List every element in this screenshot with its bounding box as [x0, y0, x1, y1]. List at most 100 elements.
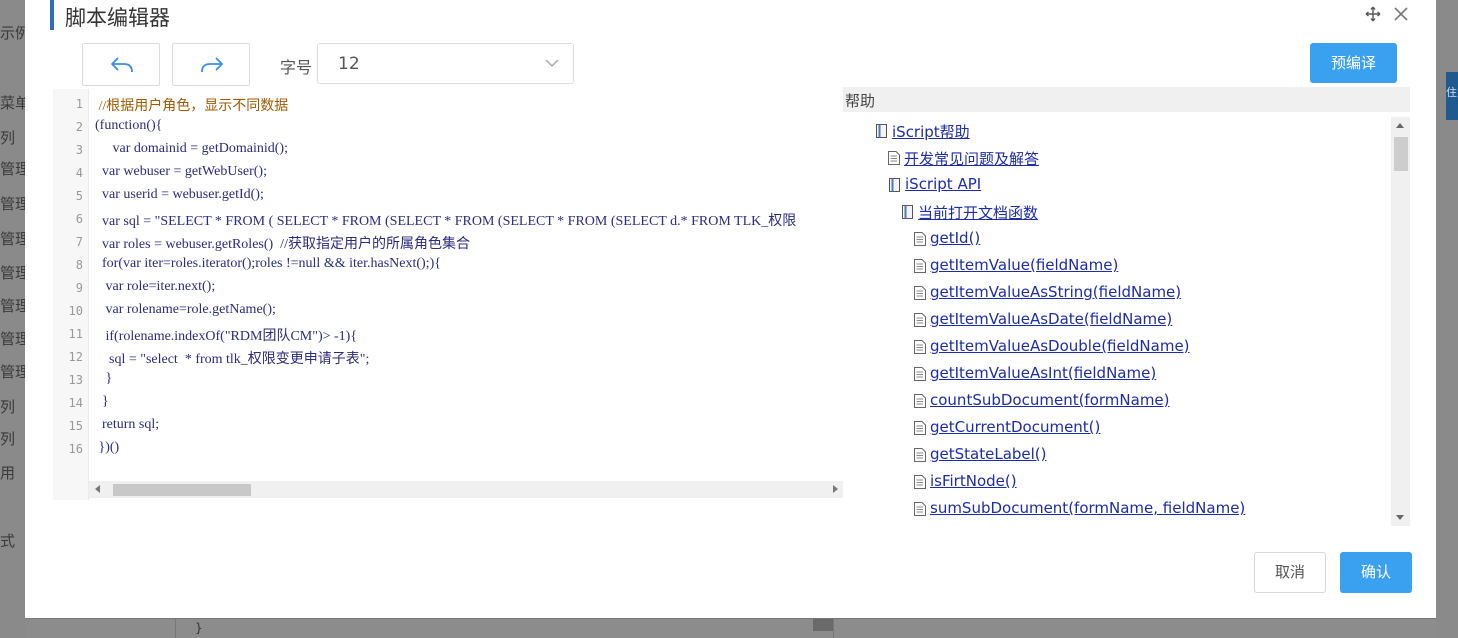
code-line: } [95, 371, 113, 386]
line-number: 15 [68, 419, 83, 433]
help-tree-label[interactable]: 开发常见问题及解答 [904, 148, 1039, 169]
background-label: 用 [0, 464, 16, 482]
book-icon [876, 124, 887, 138]
help-tree-label[interactable]: iScript API [905, 175, 981, 193]
help-tree-label[interactable]: sumSubDocument(formName, fieldName) [930, 499, 1245, 517]
help-tree-label[interactable]: getStateLabel() [930, 445, 1047, 463]
book-icon [902, 205, 913, 219]
line-number: 13 [68, 373, 83, 387]
line-number: 4 [75, 166, 83, 180]
line-number: 7 [75, 235, 83, 249]
help-tree-label[interactable]: getItemValueAsString(fieldName) [930, 283, 1181, 301]
background-button: 住 [1446, 72, 1458, 120]
help-title: 帮助 [845, 92, 876, 110]
chevron-down-icon [545, 59, 559, 68]
document-icon [914, 286, 926, 300]
document-icon [914, 367, 926, 381]
background-right-panel: 住 [1436, 0, 1458, 638]
help-vertical-scrollbar[interactable] [1391, 117, 1410, 526]
help-tree: iScript帮助 开发常见问题及解答 iScript API 当前打开文档函数… [843, 112, 1410, 526]
scroll-right-icon[interactable] [833, 485, 838, 493]
background-bottom-strip: } [25, 618, 1436, 638]
code-line: for(var iter=roles.iterator();roles !=nu… [95, 256, 441, 271]
code-line: (function(){ [95, 118, 163, 133]
help-tree-label[interactable]: isFirtNode() [930, 472, 1017, 490]
background-divider [833, 619, 834, 638]
confirm-button[interactable]: 确认 [1340, 552, 1412, 593]
document-icon [914, 502, 926, 516]
help-tree-label[interactable]: getId() [930, 229, 980, 247]
background-code: } [195, 621, 203, 635]
font-size-select[interactable]: 12 [317, 43, 574, 84]
code-line: var roles = webuser.getRoles() //获取指定用户的… [95, 237, 470, 252]
document-icon [888, 151, 900, 165]
line-number: 14 [68, 396, 83, 410]
scrollbar-thumb[interactable] [1394, 137, 1408, 171]
scroll-left-icon[interactable] [95, 485, 100, 493]
background-label: 列 [0, 129, 16, 147]
document-icon [914, 448, 926, 462]
document-icon [914, 232, 926, 246]
help-tree-label[interactable]: getItemValueAsDate(fieldName) [930, 310, 1172, 328]
help-tree-label[interactable]: getItemValueAsInt(fieldName) [930, 364, 1156, 382]
background-label: 式 [0, 532, 16, 550]
line-number: 3 [75, 143, 83, 157]
line-number: 6 [75, 212, 83, 226]
scroll-down-icon[interactable] [1396, 515, 1404, 520]
code-line: if(rolename.indexOf("RDM团队CM")> -1){ [95, 329, 358, 344]
move-icon[interactable] [1365, 6, 1381, 22]
code-area[interactable]: //根据用户角色，显示不同数据 (function(){ var domaini… [95, 89, 844, 481]
line-number: 9 [75, 281, 83, 295]
code-line: var rolename=role.getName(); [95, 302, 276, 317]
help-tree-label[interactable]: getItemValue(fieldName) [930, 256, 1118, 274]
background-label: 列 [0, 430, 16, 448]
help-tree-label[interactable]: iScript帮助 [892, 121, 970, 142]
background-label: 列 [0, 398, 16, 416]
document-icon [914, 421, 926, 435]
code-line: return sql; [95, 417, 160, 432]
font-size-value: 12 [338, 54, 360, 74]
help-tree-label[interactable]: getCurrentDocument() [930, 418, 1100, 436]
dialog-title: 脚本编辑器 [65, 6, 170, 30]
line-number: 12 [68, 350, 83, 364]
background-divider [175, 619, 176, 638]
background-left-panel: 示例 菜单 列 管理控 管理控 管理控 管理控 管理控 管理控 管理控 列 列 … [0, 0, 45, 638]
code-editor[interactable]: 1 2 3 4 5 6 7 8 9 10 11 12 13 14 15 16 /… [53, 89, 844, 500]
cancel-button[interactable]: 取消 [1254, 552, 1326, 593]
code-line: //根据用户角色，显示不同数据 [95, 99, 289, 114]
code-line: var sql = "SELECT * FROM ( SELECT * FROM… [95, 214, 797, 229]
script-editor-dialog: 脚本编辑器 字号 12 预编译 1 2 3 4 5 6 7 8 9 10 11 … [25, 0, 1436, 618]
line-number: 8 [75, 258, 83, 272]
redo-icon [201, 57, 223, 73]
document-icon [914, 394, 926, 408]
code-line: var role=iter.next(); [95, 279, 216, 294]
title-accent-bar [50, 0, 54, 30]
document-icon [914, 340, 926, 354]
undo-button[interactable] [82, 43, 160, 86]
book-icon [889, 178, 900, 192]
help-panel-header: 帮助 [843, 87, 1410, 112]
line-number: 16 [68, 442, 83, 456]
line-number: 1 [75, 97, 83, 111]
document-icon [914, 475, 926, 489]
help-tree-label[interactable]: countSubDocument(formName) [930, 391, 1170, 409]
document-icon [914, 313, 926, 327]
code-line: sql = "select * from tlk_权限变更申请子表"; [95, 352, 370, 367]
code-line: var domainid = getDomainid(); [95, 141, 288, 156]
code-line: var webuser = getWebUser(); [95, 164, 267, 179]
document-icon [914, 259, 926, 273]
line-number: 2 [75, 120, 83, 134]
scrollbar-thumb[interactable] [113, 484, 251, 496]
redo-button[interactable] [172, 43, 250, 86]
line-number: 11 [68, 327, 83, 341]
code-line: var userid = webuser.getId(); [95, 187, 264, 202]
help-tree-label[interactable]: getItemValueAsDouble(fieldName) [930, 337, 1190, 355]
scroll-up-icon[interactable] [1396, 123, 1404, 128]
line-number-gutter: 1 2 3 4 5 6 7 8 9 10 11 12 13 14 15 16 [53, 89, 89, 500]
close-icon[interactable] [1392, 5, 1410, 23]
precompile-button[interactable]: 预编译 [1310, 43, 1397, 83]
editor-horizontal-scrollbar[interactable] [89, 481, 844, 498]
help-tree-label[interactable]: 当前打开文档函数 [918, 202, 1038, 223]
line-number: 10 [68, 304, 83, 318]
background-scroll-handle [813, 619, 833, 631]
